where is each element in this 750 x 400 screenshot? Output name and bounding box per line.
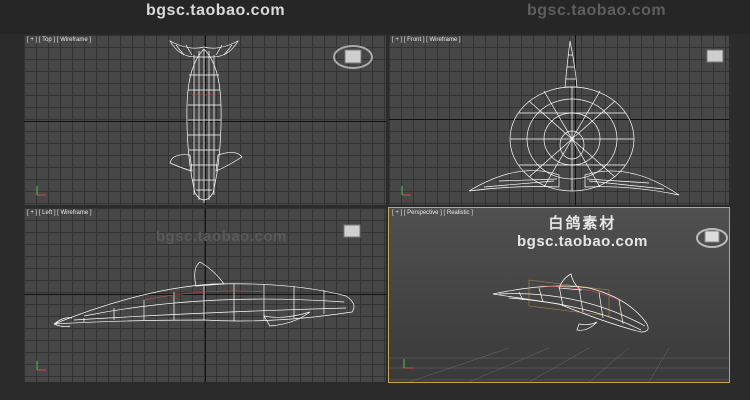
axis-gizmo-icon (401, 186, 411, 196)
viewport-left[interactable]: [ + ] [ Left ] [ Wireframe ] bgsc.taobao… (24, 208, 386, 382)
watermark-url-top-left: bgsc.taobao.com (146, 2, 286, 19)
axis-gizmo-icon (36, 361, 46, 371)
watermark-center: 白鸽素材 bgsc.taobao.com (517, 212, 648, 250)
dolphin-wireframe-top (169, 40, 243, 203)
viewport-perspective[interactable]: [ + ] [ Perspective ] [ Realistic ] 白鸽素材… (389, 208, 729, 382)
axis-gizmo-icon (36, 186, 46, 196)
axis-gizmo-icon (403, 359, 413, 369)
watermark-brand: 白鸽素材 (548, 215, 617, 232)
watermark-url: bgsc.taobao.com (517, 233, 648, 250)
dolphin-wireframe-front (468, 40, 680, 196)
viewport-front[interactable]: [ + ] [ Front ] [ Wireframe ] (389, 35, 729, 205)
dolphin-wireframe-left (53, 261, 355, 328)
viewport-top[interactable]: [ + ] [ Top ] [ Wireframe ] (24, 35, 386, 205)
watermark-url-top-right: bgsc.taobao.com (527, 2, 667, 19)
